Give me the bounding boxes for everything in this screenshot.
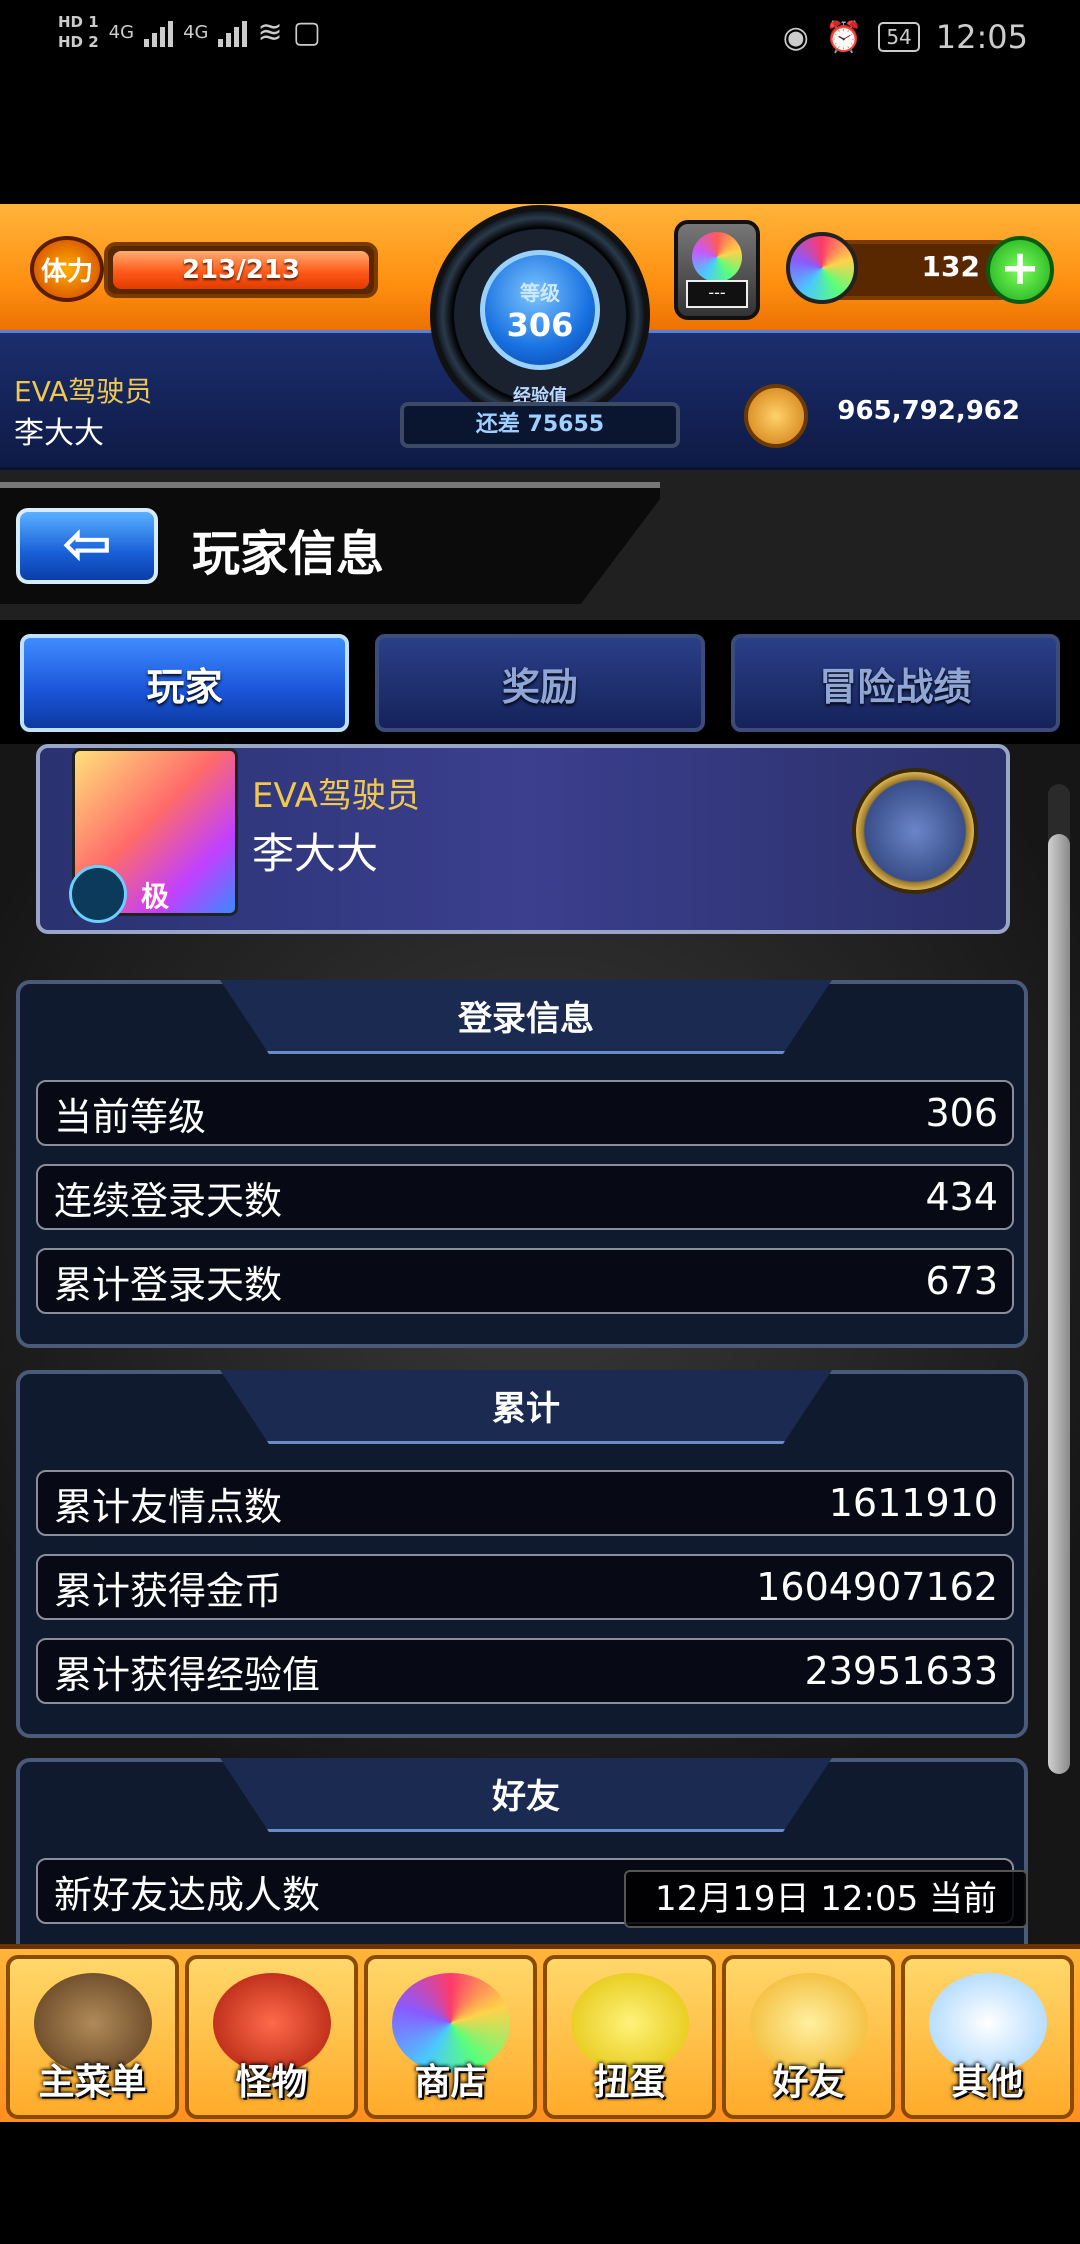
page-title: 玩家信息 bbox=[192, 526, 385, 582]
level-value: 306 bbox=[506, 305, 574, 344]
battery-indicator: 54 bbox=[878, 22, 920, 52]
stat-row: 当前等级 306 bbox=[36, 1080, 1014, 1146]
scroll-thumb[interactable] bbox=[1048, 834, 1070, 1774]
add-orb-button[interactable]: + bbox=[986, 236, 1054, 304]
stat-value: 306 bbox=[925, 1091, 998, 1135]
stat-label: 累计友情点数 bbox=[54, 1484, 283, 1529]
scrollbar[interactable] bbox=[1048, 784, 1070, 1774]
section-title: 登录信息 bbox=[220, 980, 832, 1054]
stat-label: 新好友达成人数 bbox=[54, 1872, 321, 1917]
nav-label: 好友 bbox=[772, 2062, 845, 2103]
hd1-label: HD 1 bbox=[58, 13, 99, 31]
profile-card: 极 EVA驾驶员 李大大 bbox=[36, 744, 1010, 934]
egg-slot-button[interactable]: --- bbox=[674, 220, 760, 320]
stat-label: 累计获得经验值 bbox=[54, 1652, 321, 1697]
level-label: 等级 bbox=[520, 280, 560, 305]
alarm-icon: ⏰ bbox=[824, 19, 863, 55]
nav-other[interactable]: 其他 bbox=[901, 1955, 1074, 2119]
stat-row: 累计获得金币 1604907162 bbox=[36, 1554, 1014, 1620]
nav-label: 商店 bbox=[414, 2062, 487, 2103]
player-subtitle: EVA驾驶员 bbox=[14, 375, 153, 408]
stamina-label: 体力 bbox=[40, 256, 93, 287]
screenshot-toast: 12月19日 12:05 当前 bbox=[624, 1870, 1028, 1928]
egg-slot-text: --- bbox=[686, 280, 748, 308]
section-title: 累计 bbox=[220, 1370, 832, 1444]
clock: 12:05 bbox=[935, 18, 1028, 56]
exp-remaining: 还差 75655 bbox=[400, 402, 680, 448]
stat-value: 673 bbox=[925, 1259, 998, 1303]
stat-row: 连续登录天数 434 bbox=[36, 1164, 1014, 1230]
stat-row: 累计友情点数 1611910 bbox=[36, 1470, 1014, 1536]
nav-main-menu[interactable]: 主菜单 bbox=[6, 1955, 179, 2119]
stat-label: 连续登录天数 bbox=[54, 1178, 283, 1223]
tab-player[interactable]: 玩家 bbox=[20, 634, 350, 732]
medal-icon[interactable] bbox=[852, 768, 978, 894]
net1-label: 4G bbox=[108, 21, 135, 43]
hd-indicators: HD 1 HD 2 bbox=[58, 12, 99, 52]
signal-icon bbox=[218, 17, 248, 47]
nav-shop[interactable]: 商店 bbox=[364, 1955, 537, 2119]
nav-label: 其他 bbox=[951, 2062, 1024, 2103]
nav-label: 扭蛋 bbox=[593, 2062, 666, 2103]
tab-adventure-record[interactable]: 冒险战绩 bbox=[730, 634, 1060, 732]
status-left: HD 1 HD 2 4G 4G ≋ ▢ bbox=[58, 12, 321, 52]
signal-icon bbox=[144, 17, 174, 47]
stat-value: 1604907162 bbox=[756, 1565, 998, 1609]
stat-label: 累计登录天数 bbox=[54, 1262, 283, 1307]
tab-bar: 玩家 奖励 冒险战绩 bbox=[20, 634, 1060, 734]
hd2-label: HD 2 bbox=[58, 33, 99, 51]
player-name: 李大大 bbox=[14, 416, 104, 451]
content-area[interactable]: 极 EVA驾驶员 李大大 登录信息 当前等级 306 连续登录天数 434 累计… bbox=[0, 744, 1080, 1944]
nav-label: 怪物 bbox=[235, 2062, 308, 2103]
gold-value: 965,792,962 bbox=[837, 396, 1020, 426]
attribute-badge-icon bbox=[69, 865, 127, 923]
stat-row: 累计获得经验值 23951633 bbox=[36, 1638, 1014, 1704]
stat-label: 当前等级 bbox=[54, 1094, 207, 1139]
nfc-icon: ▢ bbox=[292, 14, 321, 50]
status-right: ◉ ⏰ 54 12:05 bbox=[783, 18, 1028, 56]
avatar-grade: 极 bbox=[141, 880, 170, 913]
stamina-icon: 体力 bbox=[30, 236, 104, 302]
wifi-icon: ≋ bbox=[257, 14, 283, 50]
egg-icon bbox=[692, 232, 742, 282]
section-title: 好友 bbox=[220, 1758, 832, 1832]
login-info-section: 登录信息 当前等级 306 连续登录天数 434 累计登录天数 673 bbox=[16, 980, 1028, 1348]
nav-friends[interactable]: 好友 bbox=[722, 1955, 895, 2119]
stat-value: 23951633 bbox=[804, 1649, 998, 1693]
level-badge[interactable]: 等级 306 bbox=[480, 250, 600, 370]
net2-label: 4G bbox=[183, 21, 209, 43]
totals-section: 累计 累计友情点数 1611910 累计获得金币 1604907162 累计获得… bbox=[16, 1370, 1028, 1738]
orb-icon bbox=[786, 232, 858, 304]
stat-label: 累计获得金币 bbox=[54, 1568, 283, 1613]
status-bar: HD 1 HD 2 4G 4G ≋ ▢ ◉ ⏰ 54 12:05 bbox=[0, 0, 1080, 80]
stat-row: 累计登录天数 673 bbox=[36, 1248, 1014, 1314]
back-button[interactable]: ⇦ bbox=[16, 508, 158, 584]
stamina-bar: 213/213 bbox=[104, 242, 378, 298]
tab-rewards[interactable]: 奖励 bbox=[375, 634, 705, 732]
nav-monster[interactable]: 怪物 bbox=[185, 1955, 358, 2119]
gold-coin-icon bbox=[744, 384, 808, 448]
stamina-fill: 213/213 bbox=[113, 251, 369, 289]
stat-value: 434 bbox=[925, 1175, 998, 1219]
stamina-text: 213/213 bbox=[181, 255, 301, 285]
bottom-system-area bbox=[0, 2122, 1080, 2244]
nav-label: 主菜单 bbox=[38, 2062, 147, 2103]
profile-subtitle: EVA驾驶员 bbox=[252, 776, 420, 816]
profile-name: 李大大 bbox=[252, 829, 379, 878]
stat-value: 1611910 bbox=[828, 1481, 998, 1525]
avatar[interactable]: 极 bbox=[69, 748, 238, 923]
eye-icon: ◉ bbox=[782, 19, 809, 55]
nav-gacha[interactable]: 扭蛋 bbox=[543, 1955, 716, 2119]
bottom-nav: 主菜单 怪物 商店 扭蛋 好友 其他 bbox=[0, 1944, 1080, 2122]
orb-count: 132 bbox=[921, 250, 980, 283]
